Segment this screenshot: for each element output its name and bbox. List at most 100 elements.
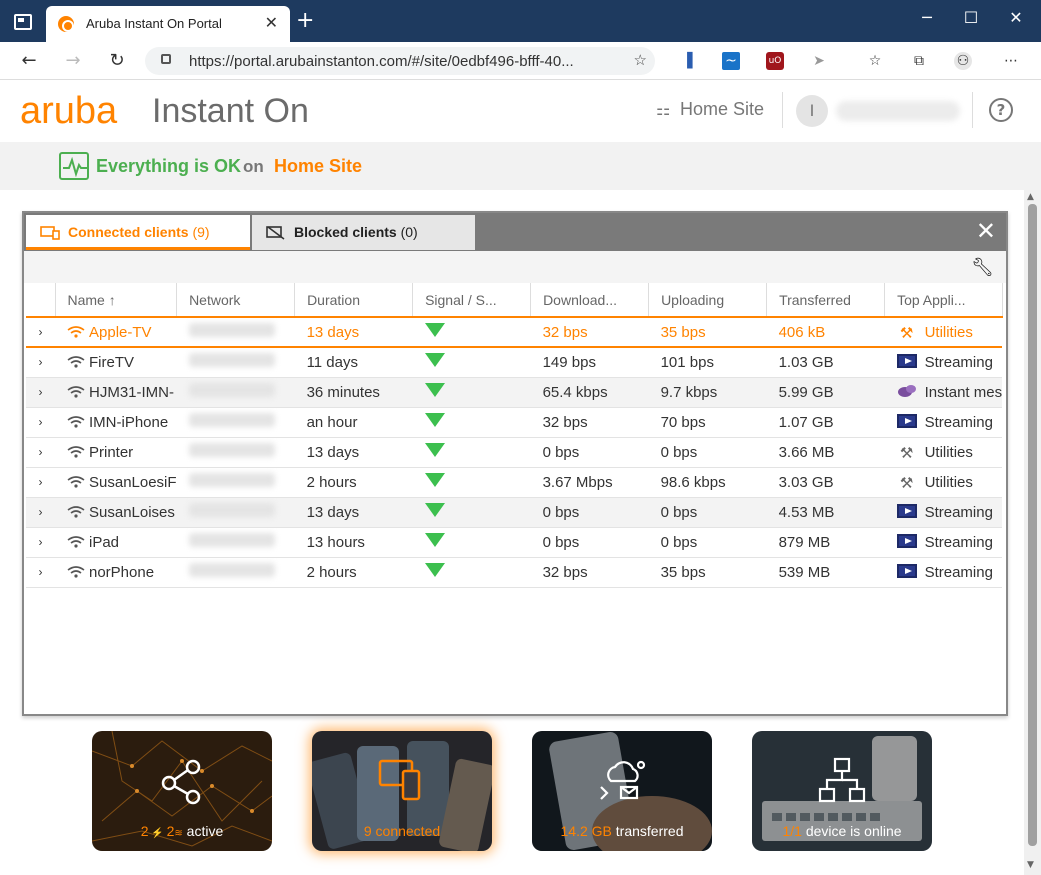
- tab-blocked-clients[interactable]: Blocked clients (0): [252, 215, 475, 250]
- devices-icon: [40, 226, 60, 240]
- network-cell: [176, 407, 295, 438]
- column-header-transferred[interactable]: Transferred: [766, 283, 886, 318]
- column-header-duration[interactable]: Duration: [294, 283, 414, 318]
- top-app-label: Streaming: [924, 533, 993, 551]
- url-field[interactable]: https://portal.arubainstanton.com/#/site…: [145, 47, 655, 75]
- expand-row-chevron-icon[interactable]: ›: [26, 377, 55, 408]
- table-row[interactable]: › SusanLoises 13 days 0 bps 0 bps 4.53 MB Stre…: [26, 497, 1003, 528]
- devices-card-label: device is online: [805, 823, 902, 839]
- ublock-icon[interactable]: uO: [766, 52, 784, 70]
- extension-pulse-icon[interactable]: ~: [722, 52, 740, 70]
- transferred-cell: 3.03 GB: [766, 467, 885, 498]
- table-row[interactable]: › Printer 13 days 0 bps 0 bps 3.66 MB ⚒ Utiliti…: [26, 437, 1003, 468]
- scrollbar-thumb[interactable]: [1028, 204, 1037, 846]
- table-row[interactable]: › iPad 13 hours 0 bps 0 bps 879 MB Streaming: [26, 527, 1003, 558]
- clients-card-text: 9 connected: [312, 823, 492, 839]
- top-app-cell: ⚒ Utilities: [884, 317, 1003, 348]
- column-header-upload[interactable]: Uploading: [648, 283, 768, 318]
- clients-panel: Connected clients (9) Blocked clients (0…: [22, 211, 1008, 716]
- table-row[interactable]: › SusanLoesiF 2 hours 3.67 Mbps 98.6 kbps 3.0…: [26, 467, 1003, 498]
- client-name-cell: SusanLoesiF: [55, 467, 177, 498]
- table-row[interactable]: › FireTV 11 days 149 bps 101 bps 1.03 GB Strea…: [26, 347, 1003, 378]
- maximize-button[interactable]: ☐: [961, 8, 981, 27]
- top-app-cell: ⚒ Utilities: [884, 467, 1003, 498]
- column-header-name[interactable]: Name ↑: [55, 283, 178, 318]
- close-window-button[interactable]: ✕: [1006, 8, 1026, 27]
- refresh-icon[interactable]: ↻: [106, 50, 128, 71]
- tab-blocked-count: (0): [400, 224, 418, 240]
- clients-card[interactable]: 9 connected: [312, 731, 492, 851]
- instant-on-logo: Instant On: [152, 92, 309, 130]
- network-name-blurred: [188, 533, 275, 547]
- expand-row-chevron-icon[interactable]: ›: [26, 407, 55, 438]
- tab-close-icon[interactable]: ✕: [265, 13, 278, 32]
- wrench-icon[interactable]: 🔧︎: [971, 257, 994, 278]
- extension-stats-icon[interactable]: ▐: [678, 52, 696, 70]
- scroll-up-icon[interactable]: ▲: [1027, 192, 1034, 202]
- wifi-icon: [67, 385, 85, 398]
- close-panel-icon[interactable]: ✕: [976, 219, 996, 243]
- more-options-icon[interactable]: ⋯: [1002, 52, 1020, 70]
- signal-strength-icon: [424, 563, 445, 577]
- network-cell: [176, 527, 295, 558]
- tab-connected-clients[interactable]: Connected clients (9): [26, 215, 250, 250]
- expand-row-chevron-icon[interactable]: ›: [26, 467, 55, 498]
- health-monitor-icon: [59, 152, 89, 180]
- help-icon[interactable]: ?: [989, 98, 1013, 122]
- upload-cell: 35 bps: [648, 317, 767, 348]
- table-row[interactable]: › HJM31-IMN- 36 minutes 65.4 kbps 9.7 kbps 5.…: [26, 377, 1003, 408]
- column-header-download[interactable]: Download...: [530, 283, 650, 318]
- chat-icon: [897, 384, 916, 397]
- add-favorite-icon[interactable]: ☆: [634, 51, 647, 69]
- account-name-blurred[interactable]: [836, 101, 960, 121]
- browser-tab[interactable]: Aruba Instant On Portal ✕: [46, 6, 290, 42]
- top-app-cell: Streaming: [884, 497, 1003, 528]
- expand-row-chevron-icon[interactable]: ›: [26, 557, 55, 588]
- minimize-button[interactable]: ─: [917, 8, 937, 27]
- top-app-cell: ⚒ Utilities: [884, 437, 1003, 468]
- traffic-card[interactable]: 14.2 GB transferred: [532, 731, 712, 851]
- window-menu-icon[interactable]: [14, 14, 32, 30]
- client-name: norPhone: [89, 563, 155, 581]
- avatar[interactable]: I: [796, 95, 828, 127]
- collections-icon[interactable]: ⧉: [910, 52, 928, 70]
- expand-row-chevron-icon[interactable]: ›: [26, 527, 55, 558]
- table-row[interactable]: › norPhone 2 hours 32 bps 35 bps 539 MB Stream…: [26, 557, 1003, 588]
- page-scrollbar[interactable]: ▲ ▼: [1024, 190, 1041, 875]
- table-row[interactable]: › IMN-iPhone an hour 32 bps 70 bps 1.07 GB Str…: [26, 407, 1003, 438]
- extension-cursor-icon[interactable]: ➤: [810, 52, 828, 70]
- tab-connected-count: (9): [192, 224, 210, 240]
- lock-icon: [161, 54, 171, 64]
- client-name: IMN-iPhone: [89, 413, 169, 431]
- client-name-cell: iPad: [55, 527, 177, 558]
- forward-arrow-icon[interactable]: →: [62, 50, 84, 71]
- networks-card[interactable]: 2 ⚡ 2≋ active: [92, 731, 272, 851]
- signal-strength-icon: [424, 383, 445, 397]
- column-header-network[interactable]: Network: [176, 283, 296, 318]
- signal-cell: [412, 377, 531, 408]
- top-app-label: Utilities: [924, 473, 973, 491]
- back-arrow-icon[interactable]: ←: [18, 50, 40, 71]
- scroll-down-icon[interactable]: ▼: [1027, 860, 1034, 870]
- site-selector[interactable]: ⚏ Home Site: [656, 99, 764, 120]
- browser-titlebar: Aruba Instant On Portal ✕ + ─ ☐ ✕: [0, 0, 1041, 42]
- column-header-signal[interactable]: Signal / S...: [412, 283, 532, 318]
- expand-row-chevron-icon[interactable]: ›: [26, 437, 55, 468]
- signal-cell: [412, 497, 531, 528]
- profile-icon[interactable]: ⚇: [954, 52, 972, 70]
- signal-strength-icon: [424, 323, 445, 337]
- client-name: iPad: [89, 533, 120, 551]
- expand-row-chevron-icon[interactable]: ›: [26, 347, 55, 378]
- upload-cell: 9.7 kbps: [648, 377, 767, 408]
- column-header-top-app[interactable]: Top Appli...: [884, 283, 1003, 318]
- status-site-link[interactable]: Home Site: [274, 156, 362, 177]
- new-tab-button[interactable]: +: [296, 10, 314, 32]
- top-app-cell: Streaming: [884, 527, 1003, 558]
- favorites-icon[interactable]: ☆: [866, 52, 884, 70]
- table-row[interactable]: › Apple-TV 13 days 32 bps 35 bps 406 kB ⚒ Utili…: [26, 317, 1003, 348]
- devices-card[interactable]: 1/1 device is online: [752, 731, 932, 851]
- expand-row-chevron-icon[interactable]: ›: [26, 317, 55, 348]
- expand-row-chevron-icon[interactable]: ›: [26, 497, 55, 528]
- download-cell: 149 bps: [530, 347, 649, 378]
- sites-grid-icon: ⚏: [656, 102, 671, 119]
